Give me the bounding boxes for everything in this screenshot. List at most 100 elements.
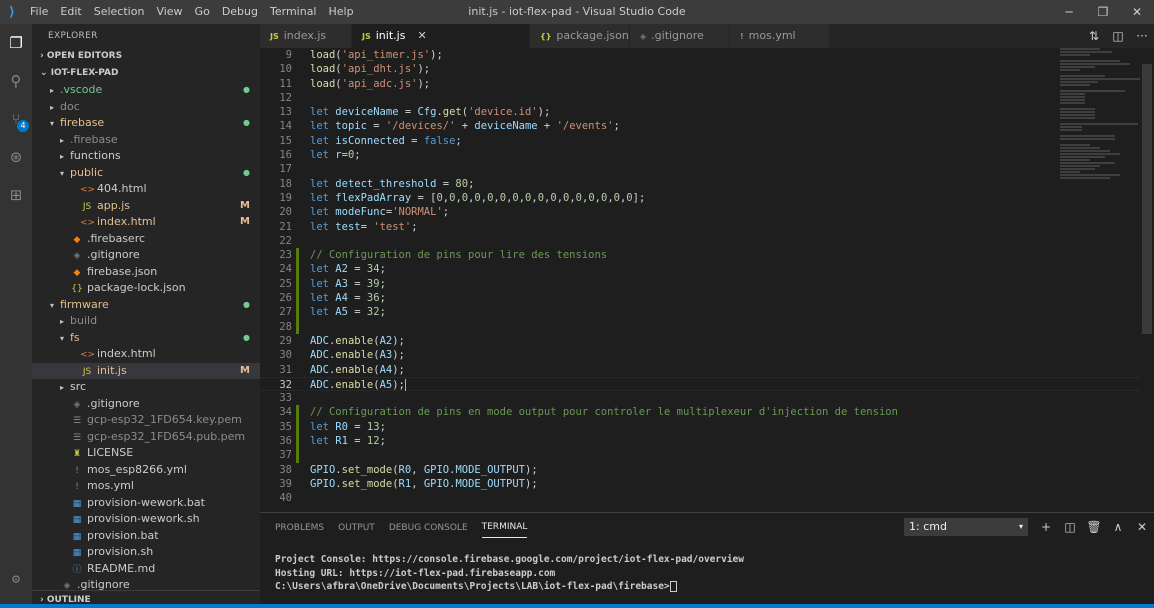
debug-icon[interactable]: ⊛: [0, 138, 32, 176]
close-icon[interactable]: ✕: [417, 29, 426, 42]
line-number: 32: [279, 378, 292, 391]
file-item[interactable]: ! mos.yml: [32, 478, 260, 495]
file-item[interactable]: ▦ provision-wework.sh: [32, 511, 260, 528]
tree-item-label: firebase.json: [87, 264, 158, 278]
tree-item-label: index.html: [97, 215, 156, 228]
file-item[interactable]: <> index.html: [32, 346, 260, 363]
explorer-icon[interactable]: ❐: [0, 24, 32, 62]
file-item[interactable]: ⓘ README.md: [32, 561, 260, 578]
folder-item[interactable]: ▾ firebase ●: [32, 115, 260, 132]
file-item[interactable]: ▦ provision.sh: [32, 544, 260, 561]
terminal-output[interactable]: Project Console: https://console.firebas…: [275, 553, 744, 594]
file-item[interactable]: ! mos_esp8266.yml: [32, 462, 260, 479]
folder-item[interactable]: ▾ firmware ●: [32, 297, 260, 314]
tab-package-json[interactable]: {} package.json: [530, 24, 630, 48]
close-panel-icon[interactable]: ✕: [1130, 518, 1154, 536]
code-line: 13 let deviceName = Cfg.get('device.id');: [260, 105, 1154, 119]
tree-item-label: .firebaserc: [87, 231, 146, 245]
file-item[interactable]: ☰ gcp-esp32_1FD654.pub.pem: [32, 429, 260, 446]
tab-mos-yml[interactable]: ! mos.yml: [730, 24, 830, 48]
file-item[interactable]: JS init.js M: [32, 362, 260, 379]
open-editors-section[interactable]: › OPEN EDITORS: [32, 48, 260, 65]
file-type-icon: ◈: [73, 251, 81, 261]
panel-tab-output[interactable]: OUTPUT: [338, 517, 375, 538]
more-actions-icon[interactable]: ···: [1130, 29, 1154, 43]
terminal-select[interactable]: 1: cmd ▾: [904, 518, 1028, 536]
source-control-icon[interactable]: ⑂: [0, 100, 32, 138]
folder-item[interactable]: ▸ .vscode ●: [32, 82, 260, 99]
file-type-icon: ☰: [72, 432, 82, 443]
code-line: 28: [260, 319, 1154, 334]
minimize-icon[interactable]: ─: [1052, 0, 1086, 24]
vscode-logo-icon: ⟩: [9, 4, 15, 20]
explorer-sidebar: EXPLORER › OPEN EDITORS ⌄ IOT-FLEX-PAD ▸…: [32, 24, 260, 608]
file-item[interactable]: ▦ provision-wework.bat: [32, 495, 260, 512]
chevron-down-icon: ▾: [60, 333, 65, 343]
tree-item-label: gcp-esp32_1FD654.key.pem: [87, 413, 242, 426]
menu-selection[interactable]: Selection: [88, 0, 151, 24]
code-line: 27 let A5 = 32;: [260, 305, 1154, 320]
folder-item[interactable]: ▾ public ●: [32, 165, 260, 182]
code-line: 15 let isConnected = false;: [260, 134, 1154, 148]
new-terminal-icon[interactable]: +: [1034, 518, 1058, 536]
tab-init-js[interactable]: JS init.js ✕: [352, 24, 530, 48]
folder-item[interactable]: ▸ build: [32, 313, 260, 330]
split-terminal-icon[interactable]: ◫: [1058, 518, 1082, 536]
panel-tab-debug-console[interactable]: DEBUG CONSOLE: [389, 517, 468, 538]
tree-item-label: functions: [70, 149, 121, 162]
file-item[interactable]: ◆ firebase.json: [32, 264, 260, 281]
trash-icon[interactable]: 🗑: [1082, 518, 1106, 536]
code-line: 16 let r=0;: [260, 148, 1154, 162]
compare-icon[interactable]: ⇅: [1082, 29, 1106, 43]
file-item[interactable]: {} package-lock.json: [32, 280, 260, 297]
file-item[interactable]: JS app.js M: [32, 198, 260, 215]
maximize-icon[interactable]: ❐: [1086, 0, 1120, 24]
close-icon[interactable]: ✕: [1120, 0, 1154, 24]
menu-view[interactable]: View: [150, 0, 188, 24]
panel-tab-problems[interactable]: PROBLEMS: [275, 517, 324, 538]
maximize-panel-icon[interactable]: ∧: [1106, 518, 1130, 536]
scrollbar-thumb[interactable]: [1142, 64, 1152, 334]
workspace-root-section[interactable]: ⌄ IOT-FLEX-PAD: [32, 65, 260, 82]
code-line: 36 let R1 = 12;: [260, 434, 1154, 449]
folder-item[interactable]: ▸ src: [32, 379, 260, 396]
file-item[interactable]: ◈ .gitignore: [32, 247, 260, 264]
file-item[interactable]: ◈ .gitignore: [32, 396, 260, 413]
minimap[interactable]: [1060, 48, 1140, 288]
menu-help[interactable]: Help: [323, 0, 360, 24]
file-item[interactable]: ♜ LICENSE: [32, 445, 260, 462]
editor-scrollbar[interactable]: [1140, 48, 1154, 512]
menu-go[interactable]: Go: [189, 0, 216, 24]
extensions-icon[interactable]: ⊞: [0, 176, 32, 214]
code-text: let A2 = 34;: [310, 263, 386, 276]
settings-gear-icon[interactable]: ⚙: [0, 560, 32, 598]
search-icon[interactable]: ⚲: [0, 62, 32, 100]
menu-edit[interactable]: Edit: [54, 0, 87, 24]
file-type-icon: <>: [80, 218, 96, 228]
folder-item[interactable]: ▸ doc: [32, 99, 260, 116]
line-number: 29: [279, 334, 292, 347]
folder-item[interactable]: ▸ .firebase: [32, 132, 260, 149]
folder-item[interactable]: ▸ functions: [32, 148, 260, 165]
file-item[interactable]: ▦ provision.bat: [32, 528, 260, 545]
tab-gitignore[interactable]: ◈ .gitignore: [630, 24, 730, 48]
menu-debug[interactable]: Debug: [216, 0, 264, 24]
git-change-marker: [296, 319, 299, 334]
file-item[interactable]: ☰ gcp-esp32_1FD654.key.pem: [32, 412, 260, 429]
file-item[interactable]: <> 404.html: [32, 181, 260, 198]
file-item[interactable]: <> index.html M: [32, 214, 260, 231]
tab-label: mos.yml: [748, 29, 796, 42]
file-type-icon: ◆: [73, 267, 81, 278]
tab-index-js[interactable]: JS index.js: [260, 24, 352, 48]
line-number: 19: [279, 191, 292, 204]
git-change-marker: [296, 305, 299, 320]
file-type-icon: ▦: [72, 515, 82, 525]
panel-tab-terminal[interactable]: TERMINAL: [481, 516, 528, 538]
folder-item[interactable]: ▾ fs ●: [32, 330, 260, 347]
file-type-icon: <>: [80, 350, 96, 360]
split-editor-icon[interactable]: ◫: [1106, 29, 1130, 43]
code-editor[interactable]: 9 load('api_timer.js'); 10 load('api_dht.js…: [260, 48, 1154, 512]
menu-file[interactable]: File: [24, 0, 54, 24]
menu-terminal[interactable]: Terminal: [264, 0, 323, 24]
file-item[interactable]: ◆ .firebaserc: [32, 231, 260, 248]
